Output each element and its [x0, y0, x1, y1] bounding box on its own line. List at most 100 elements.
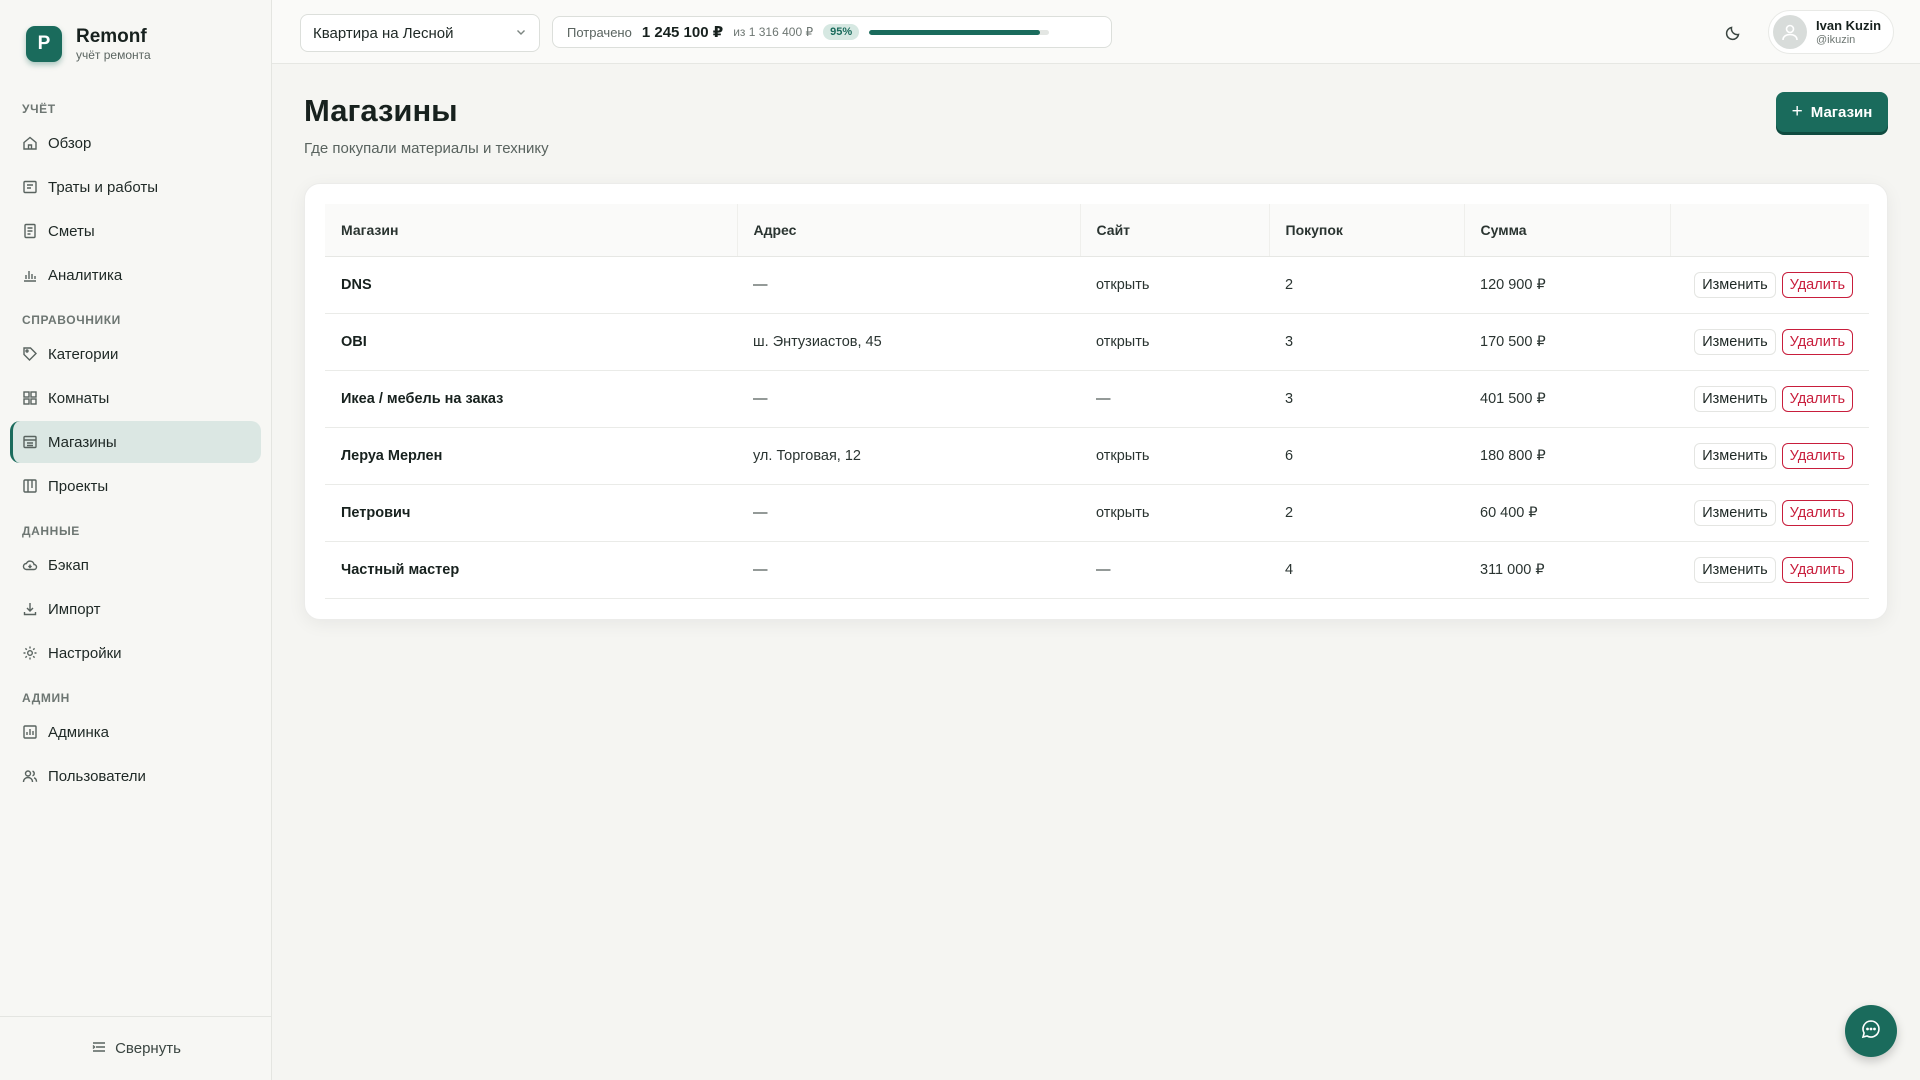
sidebar-item-label: Бэкап [48, 556, 89, 574]
table-row: OBI ш. Энтузиастов, 45 открыть 3 170 500… [325, 313, 1869, 371]
gear-icon [22, 645, 38, 661]
sidebar-item-users[interactable]: Пользователи [10, 755, 261, 797]
brand[interactable]: P Remonf учёт ремонта [26, 26, 151, 62]
plus-icon: + [1791, 101, 1803, 122]
delete-button[interactable]: Удалить [1781, 556, 1853, 583]
topbar: Квартира на Лесной Потрачено 1 245 100 ₽… [272, 0, 1920, 64]
store-name: Петрович [325, 484, 737, 542]
sidebar-item-label: Обзор [48, 134, 92, 152]
delete-button[interactable]: Удалить [1781, 328, 1853, 355]
budget-progress-bar [869, 29, 1050, 35]
sidebar-item-label: Админка [48, 723, 109, 741]
sidebar-item-backup[interactable]: Бэкап [10, 544, 261, 586]
edit-button[interactable]: Изменить [1694, 442, 1776, 469]
chevron-down-icon [515, 25, 527, 42]
row-actions: Изменить Удалить [1670, 313, 1869, 371]
store-address: — [737, 484, 1080, 542]
chat-bubble-icon [1860, 1018, 1882, 1045]
store-address: ул. Торговая, 12 [737, 427, 1080, 485]
store-purchases: 2 [1269, 256, 1464, 314]
budget-label: Потрачено [567, 24, 632, 40]
table-row: Петрович — открыть 2 60 400 ₽ Изменить Уд… [325, 484, 1869, 542]
sidebar-item-label: Магазины [48, 433, 117, 451]
edit-button[interactable]: Изменить [1694, 328, 1776, 355]
moon-icon [1722, 26, 1746, 48]
sidebar-item-projects[interactable]: Проекты [10, 465, 261, 507]
column-header-store[interactable]: Магазин [325, 204, 738, 257]
sidebar-item-overview[interactable]: Обзор [10, 122, 261, 164]
delete-button[interactable]: Удалить [1781, 271, 1853, 298]
store-purchases: 6 [1269, 427, 1464, 485]
delete-button[interactable]: Удалить [1781, 385, 1853, 412]
sidebar-item-label: Сметы [48, 222, 95, 240]
store-icon [22, 434, 38, 450]
budget-summary: Потрачено 1 245 100 ₽ из 1 316 400 ₽ 95% [552, 16, 1112, 48]
store-site-link[interactable]: открыть [1080, 427, 1269, 485]
nav-section-title: СПРАВОЧНИКИ [22, 313, 121, 327]
sidebar-item-admin[interactable]: Админка [10, 711, 261, 753]
store-name: Частный мастер [325, 541, 737, 599]
project-select[interactable]: Квартира на Лесной [300, 14, 540, 52]
table-row: Икеа / мебель на заказ — — 3 401 500 ₽ И… [325, 370, 1869, 428]
user-name: Ivan Kuzin [1816, 17, 1882, 33]
store-name: Икеа / мебель на заказ [325, 370, 737, 428]
edit-button[interactable]: Изменить [1694, 385, 1776, 412]
page-title: Магазины [304, 93, 458, 128]
store-site-link[interactable]: открыть [1080, 313, 1269, 371]
store-name: OBI [325, 313, 737, 371]
sidebar-item-expenses[interactable]: Траты и работы [10, 166, 261, 208]
store-sum: 180 800 ₽ [1464, 427, 1670, 485]
collapse-sidebar-button[interactable]: Свернуть [0, 1016, 272, 1080]
add-store-label: Магазин [1810, 103, 1873, 121]
sidebar-item-label: Проекты [48, 477, 109, 495]
row-actions: Изменить Удалить [1670, 484, 1869, 542]
add-store-button[interactable]: + Магазин [1776, 92, 1888, 132]
sidebar-item-import[interactable]: Импорт [10, 588, 261, 630]
sidebar-item-rooms[interactable]: Комнаты [10, 377, 261, 419]
avatar [1773, 15, 1807, 49]
sidebar-item-label: Пользователи [48, 767, 146, 785]
store-purchases: 3 [1269, 313, 1464, 371]
edit-button[interactable]: Изменить [1694, 556, 1776, 583]
column-header-sum[interactable]: Сумма [1464, 204, 1671, 257]
cloud-icon [22, 557, 38, 573]
sidebar-item-stores[interactable]: Магазины [10, 421, 261, 463]
row-actions: Изменить Удалить [1670, 256, 1869, 314]
sidebar: P Remonf учёт ремонта УЧЁТ Обзор Траты и… [0, 0, 272, 1080]
sidebar-item-settings[interactable]: Настройки [10, 632, 261, 674]
page-subtitle: Где покупали материалы и технику [304, 140, 549, 157]
table-row: Частный мастер — — 4 311 000 ₽ Изменить У… [325, 541, 1869, 599]
store-site-link[interactable]: открыть [1080, 256, 1269, 314]
users-icon [22, 768, 38, 784]
store-sum: 60 400 ₽ [1464, 484, 1670, 542]
budget-total: из 1 316 400 ₽ [733, 25, 814, 39]
sidebar-item-categories[interactable]: Категории [10, 333, 261, 375]
theme-toggle-button[interactable] [1722, 20, 1746, 44]
delete-button[interactable]: Удалить [1781, 499, 1853, 526]
store-sum: 120 900 ₽ [1464, 256, 1670, 314]
store-sum: 170 500 ₽ [1464, 313, 1670, 371]
column-header-purchases[interactable]: Покупок [1269, 204, 1465, 257]
store-address: — [737, 541, 1080, 599]
column-header-address[interactable]: Адрес [737, 204, 1081, 257]
estimate-icon [22, 223, 38, 239]
delete-button[interactable]: Удалить [1781, 442, 1853, 469]
budget-progress-fill [869, 29, 1041, 35]
sidebar-item-label: Категории [48, 345, 119, 363]
brand-name: Remonf [76, 26, 147, 47]
stores-table: Магазин Адрес Сайт Покупок Сумма DNS — о… [325, 204, 1869, 599]
kanban-icon [22, 478, 38, 494]
user-menu[interactable]: Ivan Kuzin @ikuzin [1768, 10, 1894, 54]
sidebar-item-label: Аналитика [48, 266, 123, 284]
column-header-site[interactable]: Сайт [1080, 204, 1270, 257]
store-sum: 401 500 ₽ [1464, 370, 1670, 428]
store-site-link[interactable]: открыть [1080, 484, 1269, 542]
menu-collapse-icon [91, 1039, 107, 1059]
sidebar-item-label: Траты и работы [48, 178, 158, 196]
sidebar-item-estimates[interactable]: Сметы [10, 210, 261, 252]
table-row: Леруа Мерлен ул. Торговая, 12 открыть 6 … [325, 427, 1869, 485]
sidebar-item-analytics[interactable]: Аналитика [10, 254, 261, 296]
chat-button[interactable] [1845, 1005, 1897, 1057]
edit-button[interactable]: Изменить [1694, 271, 1776, 298]
edit-button[interactable]: Изменить [1694, 499, 1776, 526]
